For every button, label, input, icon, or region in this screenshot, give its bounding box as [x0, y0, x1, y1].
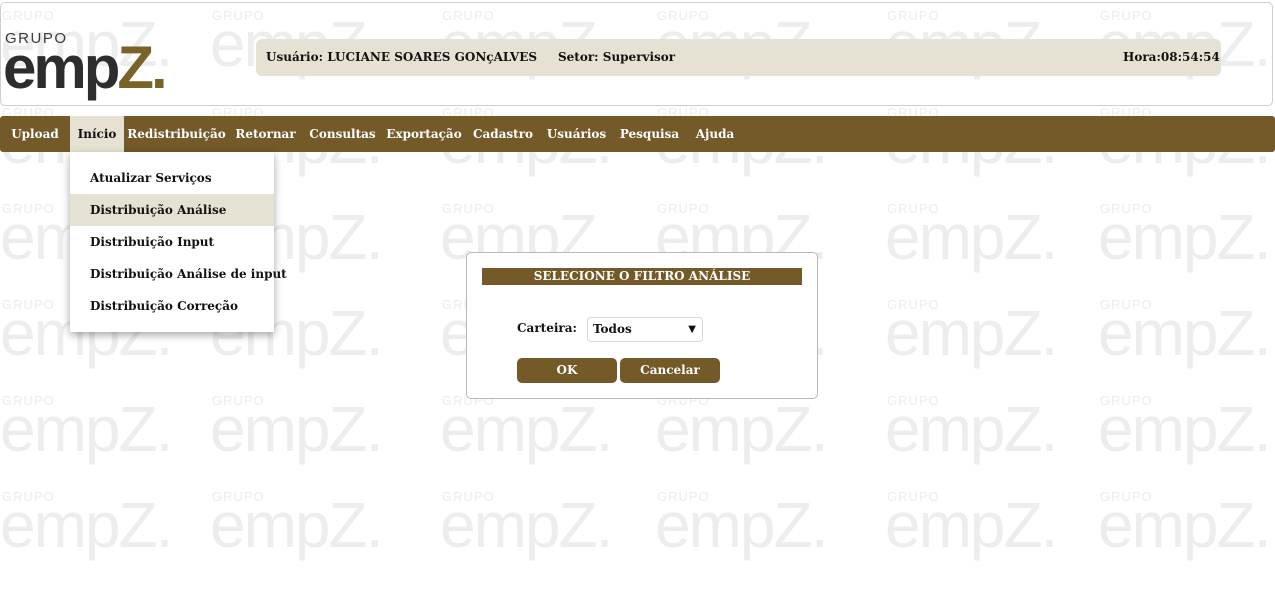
filter-dialog: SELECIONE O FILTRO ANÁLISE Carteira: Tod…	[466, 252, 818, 399]
watermark-tile: GRUPOempZ.	[1098, 393, 1271, 465]
menu-pesquisa[interactable]: Pesquisa	[612, 116, 687, 152]
menu-inicio[interactable]: Início	[70, 116, 124, 152]
watermark-tile: GRUPOempZ.	[440, 489, 613, 561]
header: GRUPO empZ. Usuário: LUCIANE SOARES GONç…	[0, 2, 1273, 106]
inicio-dropdown-menu: Atualizar Serviços Distribuição Análise …	[70, 152, 287, 332]
cancel-button[interactable]: Cancelar	[620, 358, 720, 383]
user-name: Usuário: LUCIANE SOARES GONçALVES	[266, 50, 538, 64]
watermark-tile: GRUPOempZ.	[885, 393, 1058, 465]
menu-retornar[interactable]: Retornar	[229, 116, 302, 152]
user-info-bar: Usuário: LUCIANE SOARES GONçALVES Setor:…	[256, 39, 1221, 76]
menu-item-distribuicao-input[interactable]: Distribuição Input	[70, 226, 274, 258]
menu-cadastro[interactable]: Cadastro	[465, 116, 541, 152]
watermark-tile: GRUPOempZ.	[655, 489, 828, 561]
watermark-tile: GRUPOempZ.	[210, 489, 383, 561]
logo-big-text: empZ.	[3, 34, 168, 101]
watermark-tile: GRUPOempZ.	[210, 393, 383, 465]
main-menu-bar: Upload Início Redistribuição Retornar Co…	[0, 116, 1275, 152]
menu-item-distribuicao-analise[interactable]: Distribuição Análise	[70, 194, 274, 226]
watermark-tile: GRUPOempZ.	[0, 489, 173, 561]
watermark-tile: GRUPOempZ.	[885, 489, 1058, 561]
ok-button[interactable]: OK	[517, 358, 617, 383]
menu-upload[interactable]: Upload	[0, 116, 70, 152]
menu-item-distribuicao-correcao[interactable]: Distribuição Correção	[70, 290, 274, 322]
menu-item-distribuicao-analise-input[interactable]: Distribuição Análise de input	[70, 258, 287, 290]
chevron-down-icon: ▼	[688, 324, 696, 335]
watermark-tile: GRUPOempZ.	[440, 393, 613, 465]
carteira-select[interactable]: Todos ▼	[587, 317, 703, 342]
menu-consultas[interactable]: Consultas	[302, 116, 383, 152]
watermark-tile: GRUPOempZ.	[1098, 297, 1271, 369]
menu-ajuda[interactable]: Ajuda	[687, 116, 743, 152]
watermark-tile: GRUPOempZ.	[655, 393, 828, 465]
watermark-tile: GRUPOempZ.	[1098, 489, 1271, 561]
menu-usuarios[interactable]: Usuários	[541, 116, 612, 152]
dialog-title: SELECIONE O FILTRO ANÁLISE	[482, 268, 802, 285]
watermark-tile: GRUPOempZ.	[1098, 201, 1271, 273]
watermark-tile: GRUPOempZ.	[885, 201, 1058, 273]
menu-redistribuicao[interactable]: Redistribuição	[124, 116, 229, 152]
menu-exportacao[interactable]: Exportação	[383, 116, 465, 152]
carteira-selected-value: Todos	[593, 322, 632, 336]
carteira-label: Carteira:	[517, 321, 577, 335]
user-sector: Setor: Supervisor	[558, 50, 676, 64]
watermark-tile: GRUPOempZ.	[0, 393, 173, 465]
watermark-tile: GRUPOempZ.	[885, 297, 1058, 369]
current-time: Hora:08:54:54	[1123, 50, 1220, 64]
menu-item-atualizar-servicos[interactable]: Atualizar Serviços	[70, 162, 274, 194]
company-logo: GRUPO empZ.	[3, 30, 203, 101]
